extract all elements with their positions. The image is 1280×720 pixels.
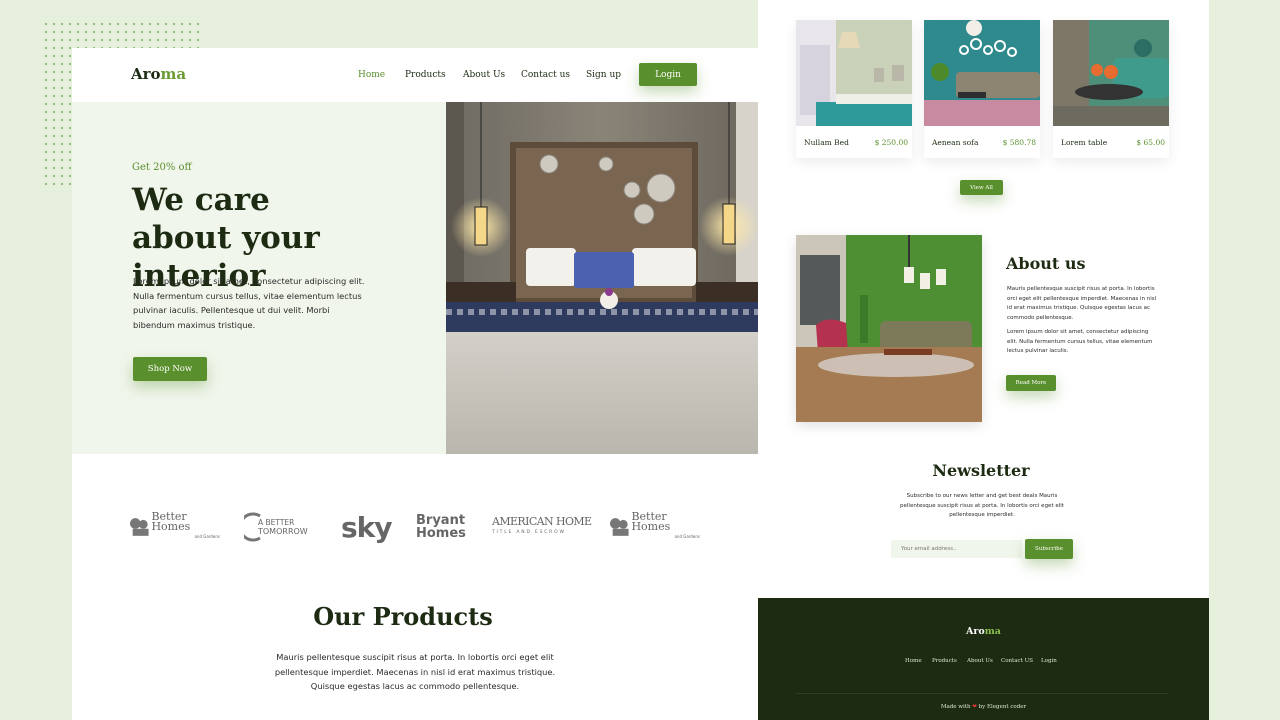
about-paragraph-2: Lorem ipsum dolor sit amet, consectetur … <box>1007 329 1153 354</box>
homepage-left-panel: Aroma Home Products About Us Contact us … <box>72 48 758 720</box>
homepage-right-panel: Nullam Bed $ 250.00 Aenean sofa $ 580.78 <box>758 0 1209 720</box>
product-price: $ 250.00 <box>874 138 908 147</box>
products-description: Mauris pellentesque suscipit risus at po… <box>274 652 556 691</box>
product-price: $ 65.00 <box>1136 138 1165 147</box>
brand-logo-bryant-homes: Bryant Homes <box>416 513 466 541</box>
product-name: Aenean sofa <box>932 138 979 147</box>
tree-house-icon <box>130 518 149 536</box>
hero-promo-text: Get 20% off <box>132 162 192 173</box>
nav-contact-us[interactable]: Contact us <box>521 70 570 80</box>
nav-sign-up[interactable]: Sign up <box>586 70 621 80</box>
newsletter-email-input[interactable] <box>891 540 1022 558</box>
footer-link-home[interactable]: Home <box>905 658 922 664</box>
subscribe-button[interactable]: Subscribe <box>1025 539 1073 559</box>
hero-description: Lorem ipsum dolor sit amet, consectetur … <box>133 276 365 330</box>
nav-products[interactable]: Products <box>405 70 446 80</box>
newsletter-title: Newsletter <box>932 461 1030 480</box>
product-image-sofa <box>924 20 1040 126</box>
brand-logo-a-better-tomorrow: A BETTER TOMORROW <box>244 510 320 544</box>
footer-credit: Made with ❤ by Elegent coder <box>940 704 1027 710</box>
product-name: Nullam Bed <box>804 138 849 147</box>
brand-logo-sky: sky <box>341 510 393 544</box>
footer-logo[interactable]: Aroma <box>758 626 1209 637</box>
brand-logo-better-homes: Better Homes and Gardens <box>130 510 220 544</box>
product-card[interactable]: Lorem table $ 65.00 <box>1053 20 1169 158</box>
product-name: Lorem table <box>1061 138 1108 147</box>
footer-link-contact-us[interactable]: Contact US <box>1001 658 1033 664</box>
product-card[interactable]: Nullam Bed $ 250.00 <box>796 20 912 158</box>
product-image-table <box>1053 20 1169 126</box>
site-logo[interactable]: Aroma <box>131 65 186 83</box>
footer-link-login[interactable]: Login <box>1041 658 1057 664</box>
footer-link-products[interactable]: Products <box>932 658 957 664</box>
tree-house-icon <box>610 518 629 536</box>
product-card[interactable]: Aenean sofa $ 580.78 <box>924 20 1040 158</box>
login-button[interactable]: Login <box>639 63 697 86</box>
nav-about-us[interactable]: About Us <box>463 70 505 80</box>
footer-divider <box>796 693 1168 694</box>
nav-home[interactable]: Home <box>358 70 385 80</box>
footer-link-about-us[interactable]: About Us <box>967 658 993 664</box>
about-title: About us <box>1006 254 1086 273</box>
heart-icon: ❤ <box>972 704 977 710</box>
product-image-bed <box>796 20 912 126</box>
products-title: Our Products <box>313 602 493 631</box>
site-footer: Aroma Home Products About Us Contact US … <box>758 598 1209 720</box>
view-all-button[interactable]: View All <box>960 180 1003 195</box>
shop-now-button[interactable]: Shop Now <box>133 357 207 381</box>
about-living-room-image <box>796 235 982 422</box>
about-paragraph-1: Mauris pellentesque suscipit risus at po… <box>1007 286 1157 321</box>
brand-logo-american-home: AMERICAN HOME TITLE AND ESCROW <box>492 515 592 535</box>
brand-logo-better-homes-2: Better Homes and Gardens <box>610 510 700 544</box>
hero-bedroom-image <box>446 102 758 454</box>
read-more-button[interactable]: Read More <box>1006 375 1056 391</box>
product-price: $ 580.78 <box>1002 138 1036 147</box>
newsletter-description: Subscribe to our news letter and get bes… <box>900 493 1064 518</box>
